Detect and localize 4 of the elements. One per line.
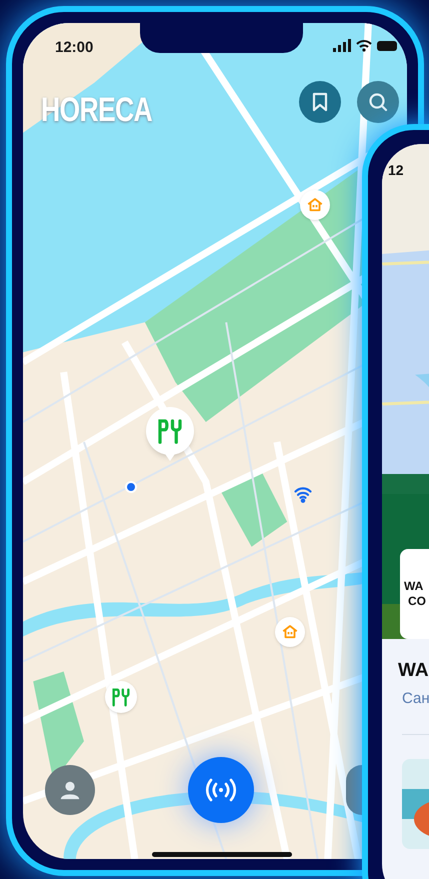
venue-logo-text: CO (408, 594, 426, 609)
venue-title: WA (398, 659, 429, 683)
venue-logo-text: WA (404, 579, 424, 594)
venue-address: Сан (402, 688, 429, 708)
